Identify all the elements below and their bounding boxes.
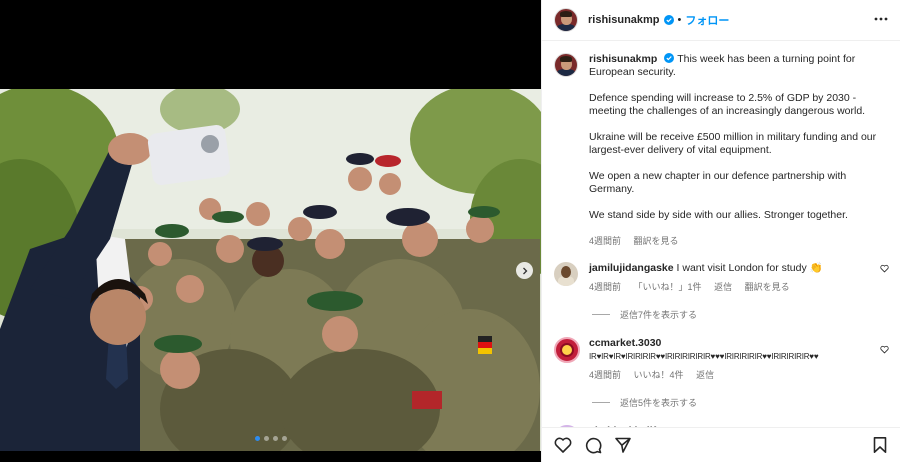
- commenter-avatar[interactable]: [554, 337, 580, 363]
- carousel-next-button[interactable]: [516, 262, 533, 279]
- caption-paragraph: We open a new chapter in our defence par…: [589, 170, 847, 195]
- bookmark-icon[interactable]: [871, 436, 889, 454]
- comment-like-icon[interactable]: [880, 264, 889, 273]
- author-avatar[interactable]: [554, 8, 578, 32]
- post-side-panel: rishisunakmp • フォロー rishisunakmp This we…: [541, 0, 900, 462]
- comment-meta: 4週間前 「いいね！」1件 返信 翻訳を見る: [589, 281, 889, 294]
- replies-line: [592, 314, 610, 315]
- caption-username[interactable]: rishisunakmp: [589, 53, 657, 65]
- author-username[interactable]: rishisunakmp: [588, 14, 660, 26]
- paper-plane-icon[interactable]: [614, 436, 632, 454]
- caption-meta: 4週間前 翻訳を見る: [589, 235, 889, 248]
- verified-badge-icon: [663, 15, 674, 25]
- view-replies-button[interactable]: 返信7件を表示する: [592, 308, 889, 321]
- comment-bubble-icon[interactable]: [584, 436, 602, 454]
- view-replies-label: 返信5件を表示する: [620, 398, 698, 408]
- comment-like-icon[interactable]: [880, 345, 889, 354]
- comment-item: jamilujidangaske I want visit London for…: [554, 262, 889, 294]
- post-header: rishisunakmp • フォロー: [542, 0, 900, 41]
- comment-meta: 4週間前 いいね！4件 返信: [589, 369, 889, 382]
- carousel-dot: [272, 436, 278, 441]
- caption-time[interactable]: 4週間前: [589, 236, 621, 246]
- verified-badge-icon: [664, 53, 675, 63]
- view-replies-button[interactable]: 返信5件を表示する: [592, 396, 889, 409]
- post-actions-bar: [542, 427, 900, 462]
- heart-outline-icon[interactable]: [554, 436, 572, 454]
- view-replies-label: 返信7件を表示する: [620, 310, 698, 320]
- carousel-dot: [263, 436, 269, 441]
- comment-likes[interactable]: いいね！4件: [634, 370, 684, 380]
- carousel-dot: [254, 436, 260, 441]
- commenter-username[interactable]: ccmarket.3030: [589, 337, 661, 349]
- replies-line: [592, 402, 610, 403]
- reply-link[interactable]: 返信: [714, 282, 732, 292]
- commenter-avatar[interactable]: [554, 262, 578, 286]
- reply-link[interactable]: 返信: [696, 370, 714, 380]
- comments-list[interactable]: rishisunakmp This week has been a turnin…: [542, 41, 900, 427]
- selfie-photo-illustration: [0, 89, 541, 451]
- commenter-username[interactable]: jamilujidangaske: [589, 262, 674, 274]
- caption-author-avatar[interactable]: [554, 53, 578, 77]
- chevron-right-icon: [522, 267, 527, 274]
- comment-text: I want visit London for study 👏: [676, 262, 823, 274]
- comment-time[interactable]: 4週間前: [589, 370, 621, 380]
- post-media: [0, 0, 541, 462]
- comment-item: ccmarket.3030 IR♥IR♥IR♥IRIRIRIR♥♥IRIRIRI…: [554, 337, 889, 382]
- caption: rishisunakmp This week has been a turnin…: [554, 53, 889, 248]
- caption-paragraph: Ukraine will be receive £500 million in …: [589, 131, 877, 156]
- caption-paragraph: rishisunakmp This week has been a turnin…: [589, 53, 856, 78]
- translate-link[interactable]: 翻訳を見る: [634, 236, 679, 246]
- follow-button[interactable]: フォロー: [685, 12, 729, 28]
- comment-time[interactable]: 4週間前: [589, 282, 621, 292]
- more-horizontal-icon[interactable]: [874, 12, 888, 26]
- carousel-dot: [281, 436, 287, 441]
- comment-likes[interactable]: 「いいね！」1件: [634, 282, 702, 292]
- carousel-indicator: [0, 436, 541, 441]
- translate-link[interactable]: 翻訳を見る: [745, 282, 790, 292]
- caption-paragraph: We stand side by side with our allies. S…: [589, 209, 848, 221]
- comment-text: IR♥IR♥IR♥IRIRIRIR♥♥IRIRIRIRIRIR♥♥♥IRIRIR…: [589, 352, 819, 361]
- caption-paragraph: Defence spending will increase to 2.5% o…: [589, 92, 866, 117]
- post-photo[interactable]: [0, 89, 541, 451]
- header-separator: •: [677, 14, 682, 26]
